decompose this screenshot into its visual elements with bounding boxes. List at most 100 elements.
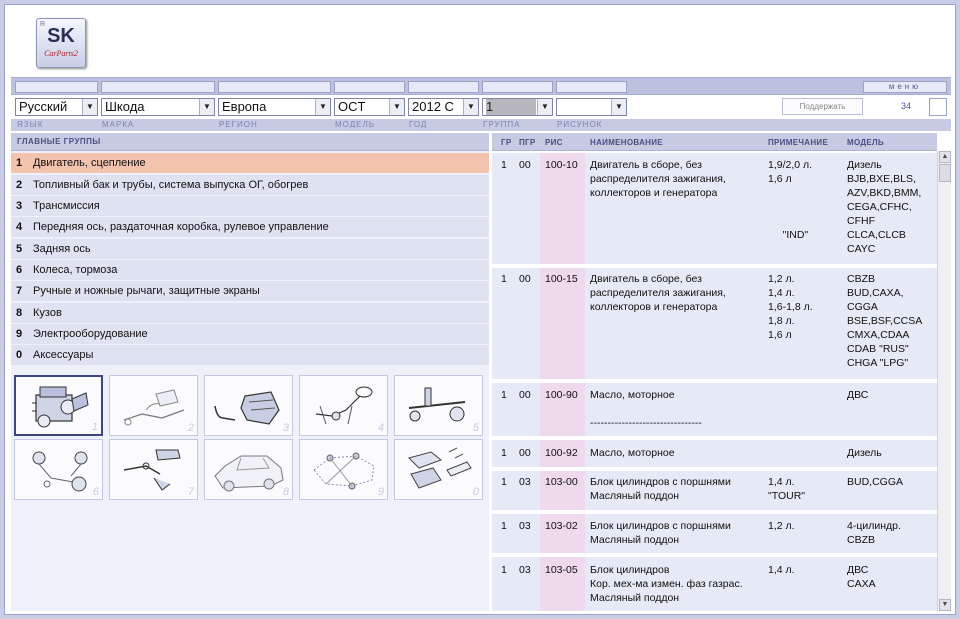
cell-model: ДВС CAXA — [847, 564, 876, 590]
cell-gr: 1 — [501, 564, 507, 576]
cell-pgr: 03 — [519, 564, 531, 576]
steering-icon — [315, 386, 373, 425]
chevron-down-icon: ▼ — [315, 99, 330, 115]
toolbar-slot[interactable] — [15, 81, 98, 93]
selector-labels: ЯЗЫК МАРКА РЕГИОН МОДЕЛЬ ГОД ГРУППА РИСУ… — [11, 119, 951, 131]
result-count: 34 — [900, 101, 911, 111]
language-select[interactable]: Русский ▼ — [15, 98, 98, 116]
thumbnail-3[interactable]: 3 — [204, 375, 293, 436]
brakes-icon — [32, 451, 88, 492]
group-item-4[interactable]: 4 Передняя ось, раздаточная коробка, рул… — [11, 217, 489, 237]
group-item-5[interactable]: 5 Задняя ось — [11, 239, 489, 259]
model-select[interactable]: OCT ▼ — [334, 98, 405, 116]
selector-row: Русский ▼ Шкода ▼ Европа ▼ OCT ▼ 2012 C ▼ 1 ▼ … — [11, 97, 951, 117]
group-item-2[interactable]: 2 Топливный бак и трубы, система выпуска… — [11, 175, 489, 195]
group-select[interactable]: 1 ▼ — [482, 98, 553, 116]
col-header-name: НАИМЕНОВАНИЕ — [590, 138, 663, 147]
cell-name: Масло, моторное ------------------------… — [590, 389, 702, 429]
label-year: ГОД — [409, 120, 428, 129]
cell-pgr: 00 — [519, 389, 531, 401]
engine-icon — [32, 386, 89, 428]
thumbnail-7[interactable]: 7 — [109, 439, 198, 500]
image-select[interactable]: ▼ — [556, 98, 627, 116]
wiring-icon — [313, 452, 375, 490]
cell-model: Дизель BJB,BXE,BLS, AZV,BKD,BMM, CEGA,CF… — [847, 159, 922, 255]
chevron-down-icon: ▼ — [389, 99, 404, 115]
year-select[interactable]: 2012 C ▼ — [408, 98, 479, 116]
label-region: РЕГИОН — [219, 120, 258, 129]
cell-name: Блок цилиндров Кор. мех-ма измен. фаз га… — [590, 564, 743, 604]
thumbnail-0[interactable]: 0 — [394, 439, 483, 500]
region-select[interactable]: Европа ▼ — [218, 98, 331, 116]
cell-pgr: 00 — [519, 447, 531, 459]
thumbnail-2[interactable]: 2 — [109, 375, 198, 436]
cell-ris[interactable]: 103-00 — [545, 475, 578, 489]
toolbar-slot[interactable] — [218, 81, 331, 93]
toolbar-slot[interactable] — [408, 81, 479, 93]
group-item-8[interactable]: 8 Кузов — [11, 303, 489, 323]
cell-pgr: 03 — [519, 520, 531, 532]
cell-name: Блок цилиндров с поршнями Масляный поддо… — [590, 476, 731, 502]
cell-gr: 1 — [501, 476, 507, 488]
cell-note: 1,4 л. "TOUR" — [768, 476, 806, 502]
extra-box[interactable] — [929, 98, 947, 116]
scrollbar-thumb[interactable] — [939, 164, 951, 182]
col-header-ris: РИС — [545, 138, 563, 147]
cell-name: Блок цилиндров с поршнями Масляный поддо… — [590, 520, 731, 546]
label-model: МОДЕЛЬ — [335, 120, 375, 129]
thumbnail-4[interactable]: 4 — [299, 375, 388, 436]
cell-pgr: 00 — [519, 159, 531, 171]
group-item-9[interactable]: 9 Электрооборудование — [11, 324, 489, 344]
cell-pgr: 03 — [519, 476, 531, 488]
cell-ris[interactable]: 100-92 — [545, 446, 578, 460]
group-item-1[interactable]: 1 Двигатель, сцепление — [11, 153, 489, 173]
label-group: ГРУППА — [483, 120, 521, 129]
cell-ris[interactable]: 100-90 — [545, 388, 578, 402]
cell-gr: 1 — [501, 447, 507, 459]
logo-text: SK — [47, 25, 75, 47]
toolbar-slot[interactable] — [556, 81, 627, 93]
app-window: R SK CarParts2 меню Русский ▼ Шкода ▼ Евро… — [4, 4, 956, 615]
menu-button[interactable]: меню — [863, 81, 947, 93]
brand-select[interactable]: Шкода ▼ — [101, 98, 215, 116]
thumbnail-6[interactable]: 6 — [14, 439, 103, 500]
label-brand: МАРКА — [102, 120, 135, 129]
toolbar-slot[interactable] — [101, 81, 215, 93]
scroll-up-icon[interactable]: ▲ — [939, 151, 951, 163]
accessories-icon — [408, 447, 472, 489]
support-button[interactable]: Поддержать — [782, 98, 863, 115]
chevron-down-icon: ▼ — [82, 99, 97, 115]
parts-table-header: ГР ПГР РИС НАИМЕНОВАНИЕ ПРИМЕЧАНИЕ МОДЕЛ… — [492, 133, 937, 151]
cell-ris[interactable]: 100-15 — [545, 272, 578, 286]
parts-table-panel: ГР ПГР РИС НАИМЕНОВАНИЕ ПРИМЕЧАНИЕ МОДЕЛ… — [492, 133, 951, 611]
cell-name: Масло, моторное — [590, 447, 675, 459]
thumbnail-9[interactable]: 9 — [299, 439, 388, 500]
cell-pgr: 00 — [519, 273, 531, 285]
cell-ris[interactable]: 100-10 — [545, 158, 578, 172]
cell-ris[interactable]: 103-02 — [545, 519, 578, 533]
thumbnail-8[interactable]: 8 — [204, 439, 293, 500]
group-item-3[interactable]: 3 Трансмиссия — [11, 196, 489, 216]
toolbar-slot[interactable] — [334, 81, 405, 93]
scroll-down-icon[interactable]: ▼ — [939, 599, 951, 611]
group-item-6[interactable]: 6 Колеса, тормоза — [11, 260, 489, 280]
label-image: РИСУНОК — [557, 120, 603, 129]
vertical-scrollbar[interactable]: ▲ ▼ — [937, 151, 951, 611]
logo-subtext: CarParts2 — [44, 49, 78, 58]
cell-model: CBZB BUD,CAXA, CGGA BSE,BSF,CCSA CMXA,CD… — [847, 273, 923, 369]
cell-gr: 1 — [501, 389, 507, 401]
cell-gr: 1 — [501, 273, 507, 285]
toolbar-slot[interactable] — [482, 81, 553, 93]
group-item-7[interactable]: 7 Ручные и ножные рычаги, защитные экран… — [11, 281, 489, 301]
fuel-system-icon — [123, 389, 185, 426]
group-item-0[interactable]: 0 Аксессуары — [11, 345, 489, 365]
app-logo: R SK CarParts2 — [36, 18, 86, 68]
cell-gr: 1 — [501, 520, 507, 532]
thumbnail-5[interactable]: 5 — [394, 375, 483, 436]
cell-model: Дизель — [847, 447, 882, 459]
col-header-note: ПРИМЕЧАНИЕ — [768, 138, 829, 147]
thumbnail-1[interactable]: 1 — [14, 375, 103, 436]
cell-name: Двигатель в сборе, без распределителя за… — [590, 159, 726, 199]
cell-ris[interactable]: 103-05 — [545, 563, 578, 577]
top-toolbar: меню — [11, 77, 951, 95]
